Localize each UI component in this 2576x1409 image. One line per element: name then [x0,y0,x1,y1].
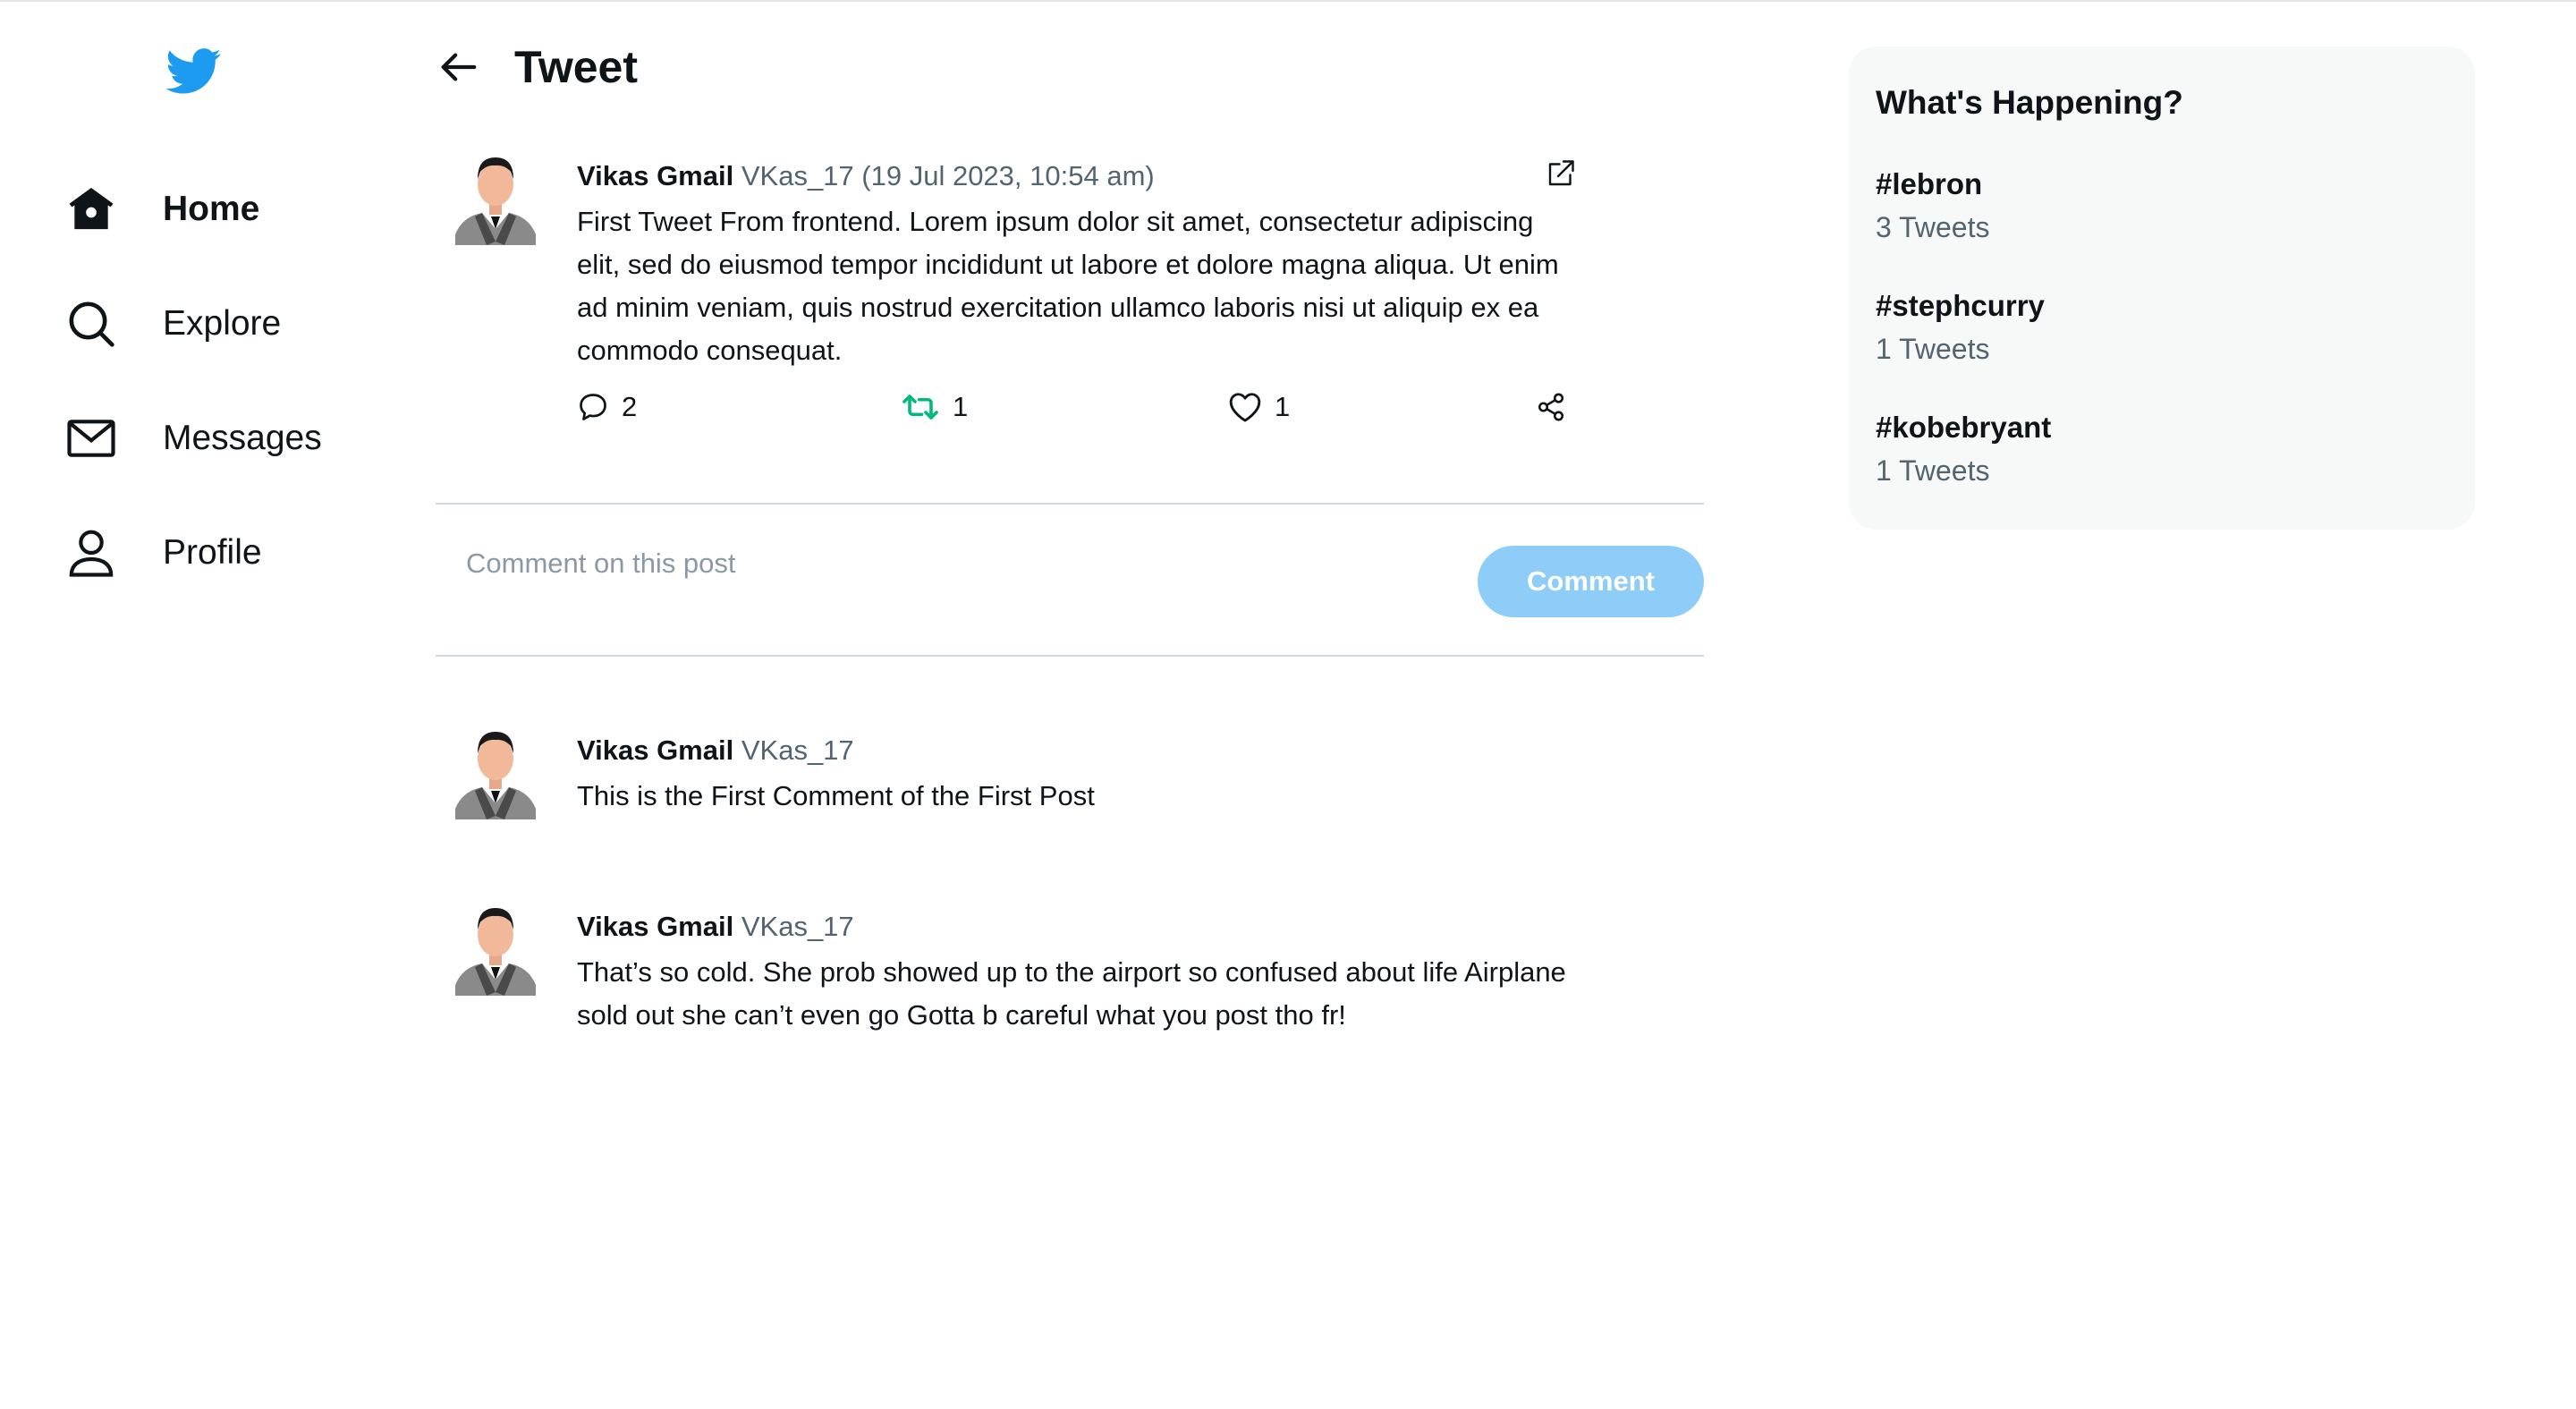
trend-item[interactable]: #lebron 3 Tweets [1876,163,2475,249]
trend-hashtag: #lebron [1876,167,1983,200]
post-actions: 2 1 1 [577,385,1582,429]
divider [436,655,1704,657]
comment-meta: Vikas Gmail VKas_17 [577,726,1570,775]
trend-item[interactable]: #stephcurry 1 Tweets [1876,284,2475,370]
avatar[interactable] [455,152,536,245]
author-name[interactable]: Vikas Gmail [577,160,733,191]
comment-input[interactable] [464,539,1359,589]
external-link-icon[interactable] [1545,157,1577,190]
sidebar-item-label: Profile [163,533,262,572]
sidebar-item-profile[interactable]: Profile [64,496,386,610]
reply-count: 2 [622,391,638,422]
sidebar-item-explore[interactable]: Explore [64,267,386,381]
share-button[interactable] [1536,385,1579,429]
comment-text: This is the First Comment of the First P… [577,780,1095,811]
envelope-icon [64,412,118,465]
trend-hashtag: #stephcurry [1876,289,2045,322]
sidebar-item-messages[interactable]: Messages [64,381,386,496]
trends-panel: What's Happening? #lebron 3 Tweets #step… [1849,47,2475,530]
page: Home Explore Messages Profile Tweet Vika… [0,0,2576,1409]
post-text: First Tweet From frontend. Lorem ipsum d… [577,206,1559,366]
like-button[interactable]: 1 [1228,385,1290,429]
post-body: Vikas Gmail VKas_17 (19 Jul 2023, 10:54 … [577,152,1570,372]
like-count: 1 [1275,391,1291,422]
comment-body: Vikas Gmail VKas_17 This is the First Co… [577,726,1570,818]
share-icon [1538,393,1564,421]
page-title: Tweet [514,42,638,92]
avatar[interactable] [455,903,536,996]
retweet-button[interactable]: 1 [901,385,968,429]
sidebar-nav: Home Explore Messages Profile [64,152,386,610]
sidebar-item-label: Messages [163,419,322,457]
author-handle[interactable]: VKas_17 [741,734,854,766]
reply-icon [580,394,606,420]
post-meta: Vikas Gmail VKas_17 (19 Jul 2023, 10:54 … [577,152,1570,200]
twitter-bird-icon[interactable] [165,47,222,97]
comment-meta: Vikas Gmail VKas_17 [577,903,1570,951]
sidebar-item-label: Explore [163,304,282,343]
comment-body: Vikas Gmail VKas_17 That’s so cold. She … [577,903,1570,1037]
trend-hashtag: #kobebryant [1876,411,2052,444]
trend-count: 3 Tweets [1876,211,1990,243]
post-timestamp: (19 Jul 2023, 10:54 am) [861,160,1155,191]
author-name[interactable]: Vikas Gmail [577,911,733,942]
comment-composer: Comment [436,505,1704,655]
comment-text: That’s so cold. She prob showed up to th… [577,956,1566,1031]
retweet-count: 1 [953,391,969,422]
sidebar-item-home[interactable]: Home [64,152,386,267]
avatar[interactable] [455,726,536,819]
heart-icon [1229,393,1261,422]
sidebar-item-label: Home [163,190,260,228]
trend-item[interactable]: #kobebryant 1 Tweets [1876,406,2475,492]
author-handle[interactable]: VKas_17 [741,911,854,942]
home-icon [64,182,118,236]
trend-count: 1 Tweets [1876,333,1990,365]
arrow-left-icon[interactable] [436,44,482,90]
trend-count: 1 Tweets [1876,454,1990,487]
author-handle[interactable]: VKas_17 [741,160,854,191]
page-header: Tweet [436,36,638,98]
author-name[interactable]: Vikas Gmail [577,734,733,766]
user-icon [64,526,118,580]
reply-button[interactable]: 2 [577,385,637,429]
comment-button[interactable]: Comment [1478,546,1704,617]
trends-title: What's Happening? [1876,84,2183,121]
search-icon [64,297,118,351]
retweet-icon [902,395,938,420]
